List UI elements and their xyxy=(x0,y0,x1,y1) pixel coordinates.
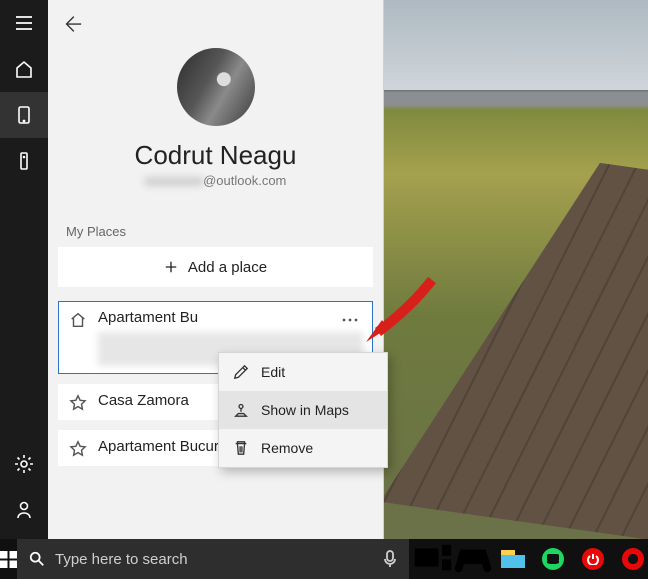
feedback-icon[interactable] xyxy=(0,487,48,533)
search-icon xyxy=(29,551,45,567)
search-placeholder: Type here to search xyxy=(55,551,373,568)
profile-name: Codrut Neagu xyxy=(48,140,383,171)
star-icon xyxy=(68,392,88,412)
spotify-button[interactable] xyxy=(533,539,573,579)
maps-icon xyxy=(233,402,249,418)
start-button[interactable] xyxy=(0,539,17,579)
xbox-gamebar-button[interactable] xyxy=(453,539,493,579)
taskbar-search[interactable]: Type here to search xyxy=(17,539,409,579)
opera-button[interactable] xyxy=(613,539,648,579)
ctx-edit[interactable]: Edit xyxy=(219,353,387,391)
ctx-remove[interactable]: Remove xyxy=(219,429,387,467)
power-button[interactable] xyxy=(573,539,613,579)
taskbar: Type here to search xyxy=(0,539,648,579)
place-title: Apartament Bu xyxy=(98,309,363,326)
trash-icon xyxy=(233,440,249,456)
app-nav-rail xyxy=(0,0,48,539)
spotify-icon xyxy=(542,548,564,570)
power-icon xyxy=(582,548,604,570)
ctx-item-label: Edit xyxy=(261,364,285,380)
settings-icon[interactable] xyxy=(0,441,48,487)
profile-header: Codrut Neagu xxxxxxxxx@outlook.com xyxy=(48,48,383,188)
file-explorer-icon xyxy=(501,550,525,568)
add-place-button[interactable]: Add a place xyxy=(58,247,373,287)
file-explorer-button[interactable] xyxy=(493,539,533,579)
ctx-item-label: Show in Maps xyxy=(261,402,349,418)
place-context-menu: Edit Show in Maps Remove xyxy=(218,352,388,468)
add-place-label: Add a place xyxy=(188,259,267,276)
mic-icon[interactable] xyxy=(383,550,397,568)
profile-email: xxxxxxxxx@outlook.com xyxy=(48,173,383,188)
avatar xyxy=(177,48,255,126)
opera-icon xyxy=(622,548,644,570)
remote-icon[interactable] xyxy=(0,138,48,184)
pencil-icon xyxy=(233,364,249,380)
back-button[interactable] xyxy=(48,0,96,48)
home-icon xyxy=(68,309,88,329)
task-view-button[interactable] xyxy=(413,539,453,579)
hamburger-icon[interactable] xyxy=(0,0,48,46)
section-label: My Places xyxy=(66,224,365,239)
ctx-item-label: Remove xyxy=(261,440,313,456)
home-icon[interactable] xyxy=(0,46,48,92)
ctx-show-in-maps[interactable]: Show in Maps xyxy=(219,391,387,429)
star-icon xyxy=(68,438,88,458)
phone-icon[interactable] xyxy=(0,92,48,138)
place-more-button[interactable] xyxy=(336,310,364,330)
